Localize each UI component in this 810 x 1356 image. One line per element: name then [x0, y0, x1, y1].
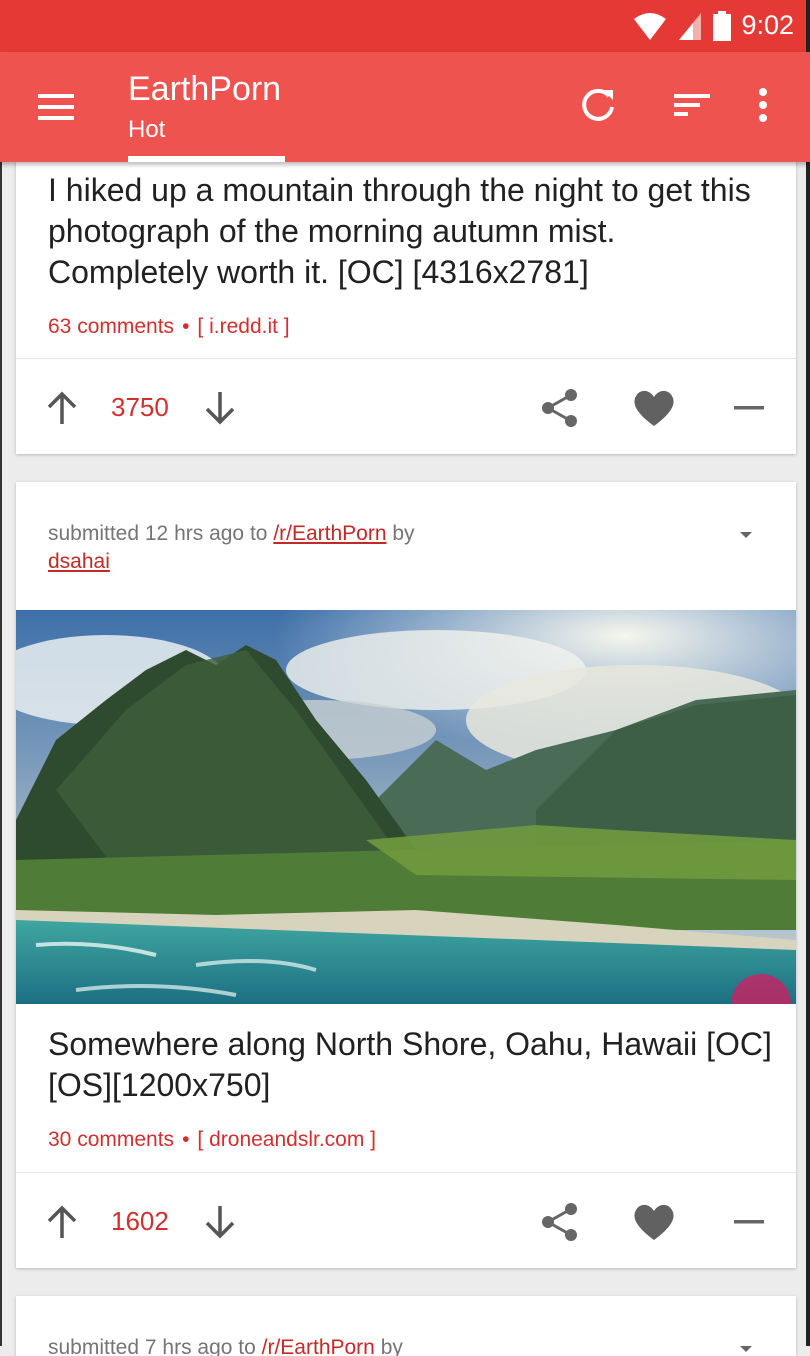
upvote-button[interactable] — [42, 388, 82, 428]
post-submitted-info: submitted 12 hrs ago to /r/EarthPorn by … — [48, 520, 728, 576]
arrow-down-icon — [205, 1206, 235, 1239]
downvote-button[interactable] — [200, 1202, 240, 1242]
more-options-button[interactable] — [740, 82, 786, 128]
menu-button[interactable] — [30, 84, 82, 130]
comments-link[interactable]: 63 comments — [48, 315, 174, 338]
sort-button[interactable] — [668, 82, 714, 128]
status-bar: 9:02 — [0, 0, 810, 52]
refresh-icon — [582, 88, 614, 121]
heart-icon — [634, 390, 674, 426]
domain-link[interactable]: [ droneandslr.com ] — [197, 1128, 376, 1151]
post-meta: 63 comments • [ i.redd.it ] — [48, 315, 290, 339]
meta-separator: • — [182, 315, 190, 338]
wifi-icon — [634, 12, 667, 40]
score: 3750 — [111, 392, 169, 422]
post-card[interactable]: submitted 7 hrs ago to /r/EarthPorn by — [16, 1296, 796, 1356]
downvote-button[interactable] — [200, 388, 240, 428]
expand-button[interactable] — [730, 520, 762, 550]
minus-icon — [734, 1220, 764, 1224]
author-link[interactable]: dsahai — [48, 550, 110, 573]
hide-button[interactable] — [726, 1200, 770, 1244]
post-card[interactable]: submitted 12 hrs ago to /r/EarthPorn by … — [16, 482, 796, 1268]
arrow-up-icon — [47, 1205, 77, 1238]
post-submitted-info: submitted 7 hrs ago to /r/EarthPorn by — [48, 1334, 728, 1356]
post-title[interactable]: I hiked up a mountain through the night … — [48, 170, 778, 293]
share-button[interactable] — [538, 386, 582, 430]
menu-icon — [38, 94, 74, 120]
dropdown-arrow-icon — [740, 532, 752, 538]
arrow-up-icon — [47, 391, 77, 424]
post-title[interactable]: Somewhere along North Shore, Oahu, Hawai… — [48, 1024, 778, 1106]
meta-separator: • — [182, 1128, 190, 1151]
screen-edge-left — [0, 0, 2, 1346]
page-title: EarthPorn — [128, 70, 282, 108]
by-text: by — [380, 1336, 403, 1356]
hide-button[interactable] — [726, 386, 770, 430]
divider — [16, 358, 796, 359]
domain-link[interactable]: [ i.redd.it ] — [197, 315, 289, 338]
comments-link[interactable]: 30 comments — [48, 1128, 174, 1151]
status-time: 9:02 — [741, 10, 794, 40]
signal-icon — [679, 12, 702, 40]
subreddit-link[interactable]: /r/EarthPorn — [273, 522, 386, 545]
share-button[interactable] — [538, 1200, 582, 1244]
favorite-button[interactable] — [631, 386, 677, 430]
minus-icon — [734, 406, 764, 410]
refresh-button[interactable] — [575, 82, 621, 128]
app-bar: EarthPorn Hot — [0, 52, 810, 162]
expand-button[interactable] — [730, 1334, 762, 1356]
submitted-text: submitted 7 hrs ago to — [48, 1336, 256, 1356]
vote-row: 3750 — [16, 360, 796, 454]
favorite-button[interactable] — [631, 1200, 677, 1244]
post-meta: 30 comments • [ droneandslr.com ] — [48, 1128, 376, 1152]
tab-indicator — [128, 156, 285, 162]
divider — [16, 1172, 796, 1173]
arrow-down-icon — [205, 392, 235, 425]
vote-row: 1602 — [16, 1174, 796, 1268]
status-icons: 9:02 — [633, 10, 794, 41]
by-text: by — [392, 522, 415, 545]
post-image[interactable] — [16, 610, 796, 1004]
share-icon — [542, 389, 577, 427]
screen-edge-right — [806, 0, 810, 1346]
heart-icon — [634, 1204, 674, 1240]
submitted-text: submitted 12 hrs ago to — [48, 522, 268, 545]
score: 1602 — [111, 1206, 169, 1236]
battery-icon — [713, 10, 732, 41]
dropdown-arrow-icon — [740, 1346, 752, 1352]
subreddit-link[interactable]: /r/EarthPorn — [262, 1336, 375, 1356]
tab-hot[interactable]: Hot — [128, 116, 165, 144]
share-icon — [542, 1203, 577, 1241]
more-vert-icon — [759, 88, 767, 122]
landscape-photo — [16, 610, 796, 1004]
upvote-button[interactable] — [42, 1202, 82, 1242]
sort-icon — [674, 94, 710, 116]
